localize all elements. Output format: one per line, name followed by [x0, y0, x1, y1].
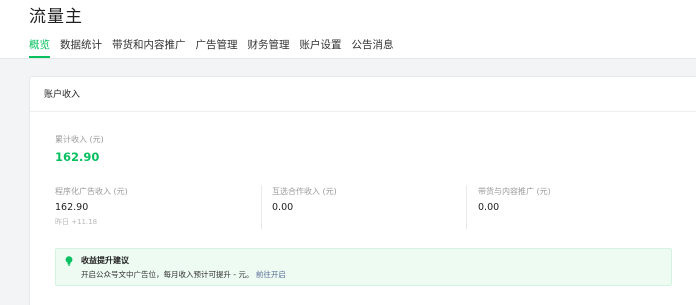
metric-yesterday-change: 昨日 +11.18: [55, 218, 98, 226]
main-tabs: 概览 数据统计 带货和内容推广 广告管理 财务管理 账户设置 公告消息: [29, 38, 404, 58]
metric-mutual-cooperation: 互选合作收入 (元) 0.00: [272, 187, 337, 231]
metric-label: 带货与内容推广 (元): [478, 187, 551, 196]
income-tip-box: 收益提升建议 开启公众号文中广告位，每月收入预计可提升 - 元。 前往开启: [55, 248, 672, 286]
metric-programmatic-ads: 程序化广告收入 (元) 162.90 昨日 +11.18: [55, 187, 128, 231]
tip-text-line: 开启公众号文中广告位，每月收入预计可提升 - 元。 前往开启: [81, 270, 286, 280]
tab-finance[interactable]: 财务管理: [248, 38, 290, 58]
page: 流量主 概览 数据统计 带货和内容推广 广告管理 财务管理 账户设置 公告消息 …: [0, 0, 696, 305]
metric-value: 162.90: [55, 202, 89, 213]
card-title: 账户收入: [44, 90, 81, 100]
tab-announcements[interactable]: 公告消息: [352, 38, 394, 58]
metric-value: 0.00: [272, 202, 294, 213]
tab-statistics[interactable]: 数据统计: [60, 38, 102, 58]
metric-label: 程序化广告收入 (元): [55, 187, 128, 196]
account-income-card: 账户收入 累计收入 (元) 162.90 程序化广告收入 (元) 162.90 …: [29, 76, 696, 305]
card-header: [30, 77, 696, 112]
tab-account-settings[interactable]: 账户设置: [300, 38, 342, 58]
tab-overview[interactable]: 概览: [29, 38, 50, 58]
metric-value: 0.00: [478, 202, 500, 213]
tab-ad-management[interactable]: 广告管理: [196, 38, 238, 58]
app-title: 流量主: [29, 7, 83, 27]
go-enable-link[interactable]: 前往开启: [256, 270, 286, 279]
tip-text: 开启公众号文中广告位，每月收入预计可提升 - 元。: [81, 270, 254, 279]
metric-divider: [466, 185, 467, 229]
metric-label: 互选合作收入 (元): [272, 187, 337, 196]
metric-divider: [261, 185, 262, 229]
tip-title: 收益提升建议: [81, 256, 129, 265]
tab-commerce-promotion[interactable]: 带货和内容推广: [112, 38, 186, 58]
top-header: 流量主 概览 数据统计 带货和内容推广 广告管理 财务管理 账户设置 公告消息: [0, 0, 696, 59]
total-income-value: 162.90: [55, 150, 100, 164]
lightbulb-icon: [65, 256, 73, 266]
total-income-label: 累计收入 (元): [55, 135, 104, 144]
metric-commerce-promotion: 带货与内容推广 (元) 0.00: [478, 187, 551, 231]
